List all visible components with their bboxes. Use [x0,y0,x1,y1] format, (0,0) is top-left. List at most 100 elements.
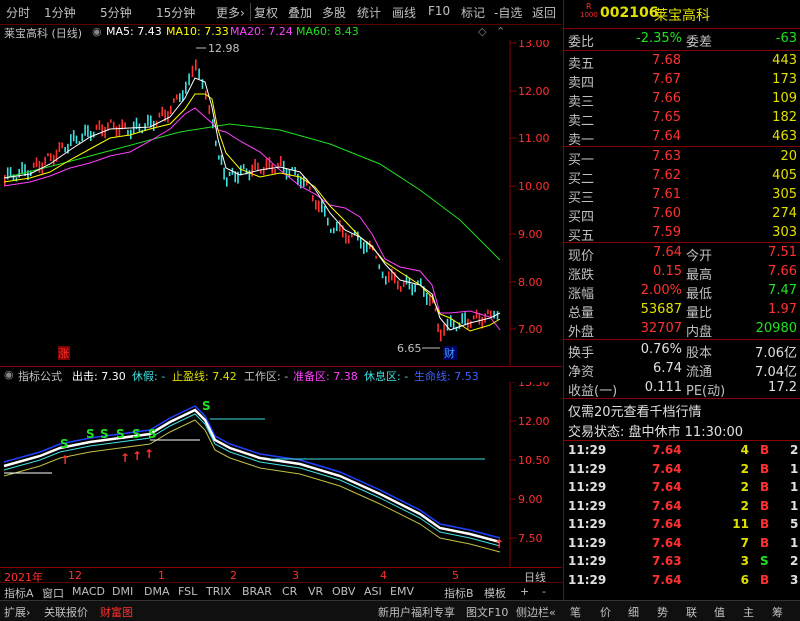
statistics-button[interactable]: 统计 [357,4,381,21]
candle [397,280,399,290]
price-tab[interactable]: 价 [600,604,611,620]
back-button[interactable]: 返回 [532,4,556,21]
y-axis-tick-label: 7.50 [518,532,543,545]
sell-order-row[interactable]: 卖一 7.64 463 [564,128,800,148]
buy-order-row[interactable]: 买一 7.63 20 [564,148,800,168]
y-axis-tick-label: 10.50 [518,454,550,467]
candle [208,105,211,115]
buy-order-row[interactable]: 买三 7.61 305 [564,186,800,206]
candle [400,286,402,292]
tab-macd[interactable]: MACD [72,585,105,598]
candle [228,171,231,177]
tab-fsl[interactable]: FSL [178,585,197,598]
remove-window-button[interactable]: - [542,585,546,598]
tab-brar[interactable]: BRAR [242,585,272,598]
tab-window[interactable]: 窗口 [42,585,64,601]
tab-dmi[interactable]: DMI [112,585,133,598]
add-window-button[interactable]: + [520,585,529,598]
watchlist-button[interactable]: -自选 [494,4,522,21]
ma5-label: MA5: 7.43 [106,25,162,38]
tab-vr[interactable]: VR [308,585,323,598]
chips-tab[interactable]: 筹 [772,604,783,620]
sell-order-row[interactable]: 卖二 7.65 182 [564,109,800,129]
sell-order-row[interactable]: 卖四 7.67 173 [564,71,800,91]
tab-indicator-a[interactable]: 指标A [4,585,34,601]
wealth-chart-button[interactable]: 财富图 [100,604,133,620]
sell-order-row[interactable]: 卖三 7.66 109 [564,90,800,110]
candle [434,307,437,312]
buy-signal-arrow-icon: ↑ [60,453,70,467]
tab-template[interactable]: 模板 [484,585,506,601]
candle [280,156,282,166]
order-volume: 109 [772,91,797,106]
promo-link[interactable]: 仅需20元查看千档行情 [568,401,702,420]
indicator-y-axis: 13.50 12.00 10.50 9.00 7.50 [510,382,550,545]
tab-obv[interactable]: OBV [332,585,355,598]
settings-icon[interactable]: ◉ [92,25,102,38]
period-tab-more[interactable]: 更多› [216,4,245,21]
candle [327,217,329,226]
tab-dma[interactable]: DMA [144,585,170,598]
y-axis-tick-label: 9.00 [518,493,543,506]
overlay-button[interactable]: 叠加 [288,4,312,21]
candle [98,120,101,130]
multi-stock-button[interactable]: 多股 [322,4,346,21]
tab-emv[interactable]: EMV [390,585,414,598]
trend-tab[interactable]: 势 [657,604,668,620]
ma20-label: MA20: 7.24 [230,25,293,38]
y-axis-ticks: 13.00 12.00 11.00 10.00 9.00 8.00 7.00 [510,40,550,336]
y-axis-tick-label: 13.00 [518,40,550,50]
diamond-icon[interactable]: ◇ [478,25,486,38]
tick-row: 11:29 7.64 2 B 1 [568,480,799,494]
order-volume: 173 [772,72,797,87]
tab-trix[interactable]: TRIX [206,585,231,598]
candle [118,124,121,137]
detail-tab[interactable]: 细 [628,604,639,620]
main-tab[interactable]: 主 [743,604,754,620]
candle [198,68,200,80]
period-tab-intraday[interactable]: 分时 [6,4,30,21]
tick-row: 11:29 7.64 4 B 2 [568,443,799,457]
f10-text-button[interactable]: 图文F10 [466,604,508,620]
buy-order-row[interactable]: 买五 7.59 303 [564,224,800,244]
candle [461,313,463,324]
period-tab-15min[interactable]: 15分钟 [156,4,195,21]
indicator-chart[interactable]: 13.5012.0010.509.007.50 SS S S S SS↑ ↑ ↑ ↑↑ [0,382,562,568]
finance-badge[interactable]: 财 [444,346,455,360]
sidebar-toggle[interactable]: 侧边栏« [516,604,556,620]
sell-order-row[interactable]: 卖五 7.68 443 [564,52,800,72]
settings-icon[interactable]: ◉ [4,368,14,381]
draw-line-button[interactable]: 画线 [392,4,416,21]
candle [336,221,338,232]
candle [381,271,384,279]
candle [265,158,268,170]
value-tab[interactable]: 值 [714,604,725,620]
tab-cr[interactable]: CR [282,585,297,598]
buy-order-row[interactable]: 买四 7.60 274 [564,205,800,225]
candle [408,277,411,290]
candle [220,154,223,165]
tab-asi[interactable]: ASI [364,585,382,598]
candle [191,65,194,78]
mark-button[interactable]: 标记 [461,4,485,21]
f10-button[interactable]: F10 [428,4,450,18]
margin-badge-sub: 1000 [580,11,598,19]
kline-chart[interactable]: 13.00 12.00 11.00 10.00 9.00 8.00 7.00 12.98 6… [0,40,562,366]
expand-icon[interactable]: ⌃ [496,25,505,38]
related-quotes-button[interactable]: 关联报价 [44,604,88,620]
candle [38,160,41,173]
link-tab[interactable]: 联 [686,604,697,620]
candle [440,329,442,342]
order-level-label: 卖四 [568,76,595,91]
new-user-benefit-link[interactable]: 新用户福利专享 [378,604,455,620]
period-tab-5min[interactable]: 5分钟 [100,4,132,21]
tick-detail-tab[interactable]: 笔 [570,604,581,620]
expand-button[interactable]: 扩展› [4,604,30,620]
restore-rights-button[interactable]: 复权 [254,4,278,21]
tab-indicator-b[interactable]: 指标B [444,585,474,601]
period-tab-1min[interactable]: 1分钟 [44,4,76,21]
candle [167,111,169,123]
high-price-label: 12.98 [208,42,240,55]
buy-order-row[interactable]: 买二 7.62 405 [564,167,800,187]
candle [158,112,161,118]
